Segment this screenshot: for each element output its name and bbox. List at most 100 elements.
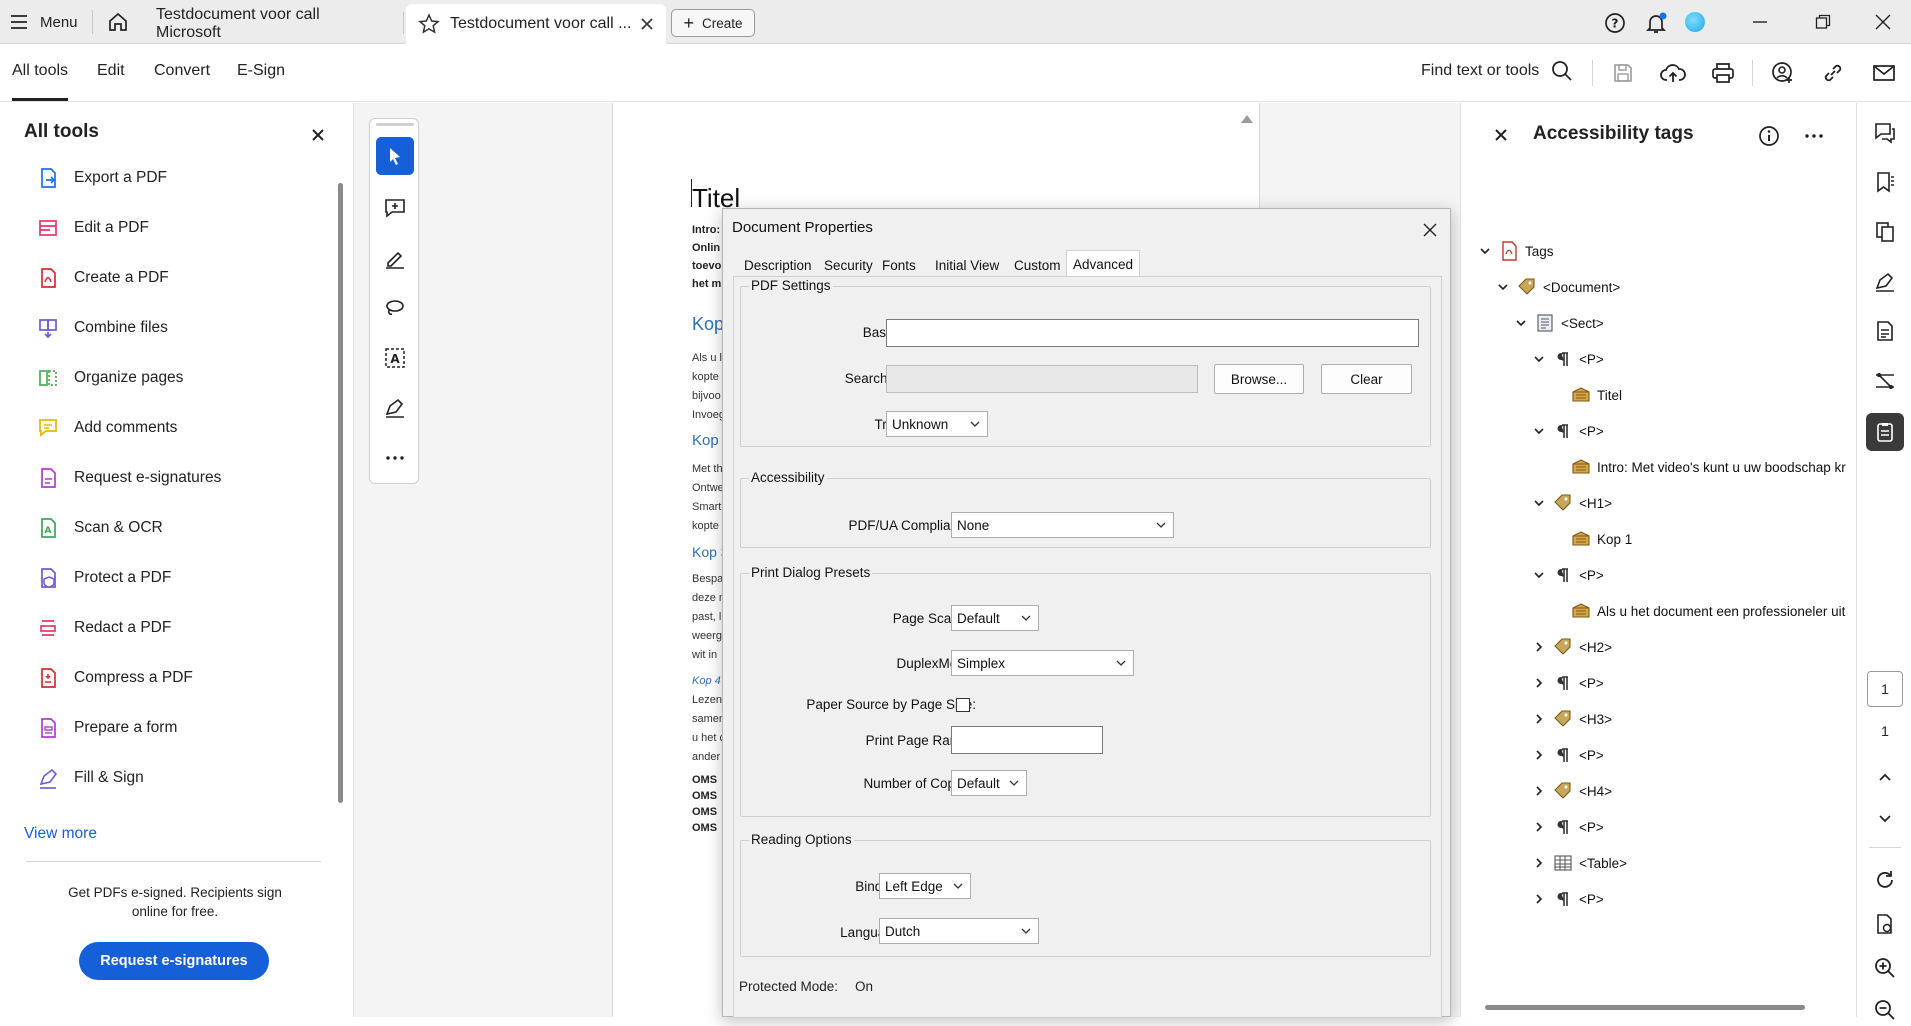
avatar[interactable] [1685,12,1705,32]
notifications-button[interactable] [1642,9,1670,37]
tag-tree-node[interactable]: <H1> [1531,491,1612,515]
tag-tree-node[interactable]: <H3> [1531,707,1612,731]
tab-fonts[interactable]: Fonts [878,253,920,277]
binding-select[interactable]: Left Edge [879,873,971,899]
add-comment-tool[interactable] [376,189,414,227]
collapse-chevron-icon[interactable] [1531,353,1547,365]
collapse-chevron-icon[interactable] [1531,497,1547,509]
expand-chevron-icon[interactable] [1531,821,1547,833]
share-user-button[interactable] [1769,60,1797,86]
document-properties-panel-button[interactable] [1869,315,1901,347]
accessibility-tags-panel-button[interactable] [1866,413,1904,451]
copies-select[interactable]: Default [951,770,1027,796]
collapse-chevron-icon[interactable] [1531,569,1547,581]
restore-button[interactable] [1808,8,1838,36]
panel-scrollbar[interactable] [338,183,343,803]
tag-tree-node[interactable]: <P> [1531,347,1604,371]
browse-button[interactable]: Browse... [1214,364,1304,394]
tag-tree-node[interactable]: Kop 1 [1549,527,1632,551]
sign-tool[interactable] [376,389,414,427]
bookmarks-panel-button[interactable] [1869,166,1901,198]
hamburger-menu-button[interactable]: Menu [10,10,80,34]
tab-document-2[interactable]: Testdocument voor call ... [406,4,666,44]
tool-compress-a-pdf[interactable]: Compress a PDF [36,663,193,693]
paper-source-checkbox[interactable] [956,698,970,712]
base-url-input[interactable] [886,319,1419,347]
tab-custom[interactable]: Custom [1010,253,1065,277]
fill-sign-panel-button[interactable] [1869,266,1901,298]
menu-convert[interactable]: Convert [154,62,210,80]
text-box-tool[interactable]: A [376,339,414,377]
upload-button[interactable] [1659,60,1687,86]
help-button[interactable]: ? [1602,10,1628,36]
rotate-button[interactable] [1869,864,1901,896]
view-more-link[interactable]: View more [24,825,97,843]
tag-tree-node[interactable]: Intro: Met video's kunt u uw boodschap k… [1549,455,1846,479]
tool-protect-a-pdf[interactable]: Protect a PDF [36,563,171,593]
more-tools-button[interactable] [376,439,414,477]
menu-esign[interactable]: E-Sign [237,62,285,80]
tag-tree-node[interactable]: Titel [1549,383,1622,407]
expand-chevron-icon[interactable] [1531,713,1547,725]
tab-initial-view[interactable]: Initial View [931,253,1003,277]
tab-document-1[interactable]: Testdocument voor call Microsoft [140,4,402,44]
trapped-select[interactable]: Unknown [886,411,988,437]
create-button[interactable]: + Create [671,9,755,37]
tool-prepare-a-form[interactable]: Prepare a form [36,713,177,743]
page-range-input[interactable] [951,726,1103,754]
expand-chevron-icon[interactable] [1531,641,1547,653]
menu-edit[interactable]: Edit [97,62,125,80]
zoom-out-button[interactable] [1869,994,1901,1026]
tag-tree-node[interactable]: <P> [1531,563,1604,587]
expand-chevron-icon[interactable] [1531,857,1547,869]
email-button[interactable] [1870,60,1898,86]
expand-chevron-icon[interactable] [1531,893,1547,905]
tab-security[interactable]: Security [820,253,877,277]
compliance-select[interactable]: None [951,512,1174,538]
tag-tree-node[interactable]: <Document> [1495,275,1620,299]
request-esignatures-button[interactable]: Request e-signatures [79,942,269,980]
duplex-select[interactable]: Simplex [951,650,1134,676]
doc-scrollbar-up[interactable] [1241,115,1253,123]
dialog-close-button[interactable] [1419,219,1441,241]
select-tool[interactable] [376,137,414,175]
tag-tree-node[interactable]: <P> [1531,671,1604,695]
tool-redact-a-pdf[interactable]: Redact a PDF [36,613,171,643]
menu-all-tools[interactable]: All tools [12,62,68,101]
comments-panel-button[interactable] [1869,117,1901,149]
tag-tree-node[interactable]: Als u het document een professioneler ui… [1549,599,1845,623]
page-scaling-select[interactable]: Default [951,605,1039,631]
tool-request-e-signatures[interactable]: Request e-signatures [36,463,221,493]
tag-tree-node[interactable]: Tags [1477,239,1554,263]
tag-tree-node[interactable]: <H2> [1531,635,1612,659]
tool-organize-pages[interactable]: Organize pages [36,363,183,393]
find-text-tools[interactable]: Find text or tools [1421,60,1573,82]
tag-tree-node[interactable]: <P> [1531,887,1604,911]
next-page-button[interactable] [1869,803,1901,835]
close-tab-icon[interactable] [640,17,654,31]
tag-tree-node[interactable]: <P> [1531,815,1604,839]
collapse-chevron-icon[interactable] [1531,425,1547,437]
tab-advanced[interactable]: Advanced [1066,250,1141,277]
star-icon[interactable] [418,13,440,35]
tag-tree-node[interactable]: <P> [1531,743,1604,767]
tool-edit-a-pdf[interactable]: Edit a PDF [36,213,149,243]
tool-add-comments[interactable]: Add comments [36,413,177,443]
tag-tree-node[interactable]: <P> [1531,419,1604,443]
tags-hscrollbar[interactable] [1485,1005,1805,1010]
previous-page-button[interactable] [1869,761,1901,793]
expand-chevron-icon[interactable] [1531,785,1547,797]
tool-combine-files[interactable]: Combine files [36,313,168,343]
page-settings-button[interactable] [1869,908,1901,940]
collapse-chevron-icon[interactable] [1477,245,1493,257]
pages-panel-button[interactable] [1869,216,1901,248]
tool-scan-ocr[interactable]: A Scan & OCR [36,513,163,543]
expand-chevron-icon[interactable] [1531,677,1547,689]
tool-create-a-pdf[interactable]: Create a PDF [36,263,169,293]
close-window-button[interactable] [1868,8,1898,36]
tag-tree-node[interactable]: <Sect> [1513,311,1604,335]
tag-tree-node[interactable]: <Table> [1531,851,1627,875]
tab-description[interactable]: Description [740,253,816,277]
order-panel-button[interactable] [1869,365,1901,397]
collapse-chevron-icon[interactable] [1495,281,1511,293]
